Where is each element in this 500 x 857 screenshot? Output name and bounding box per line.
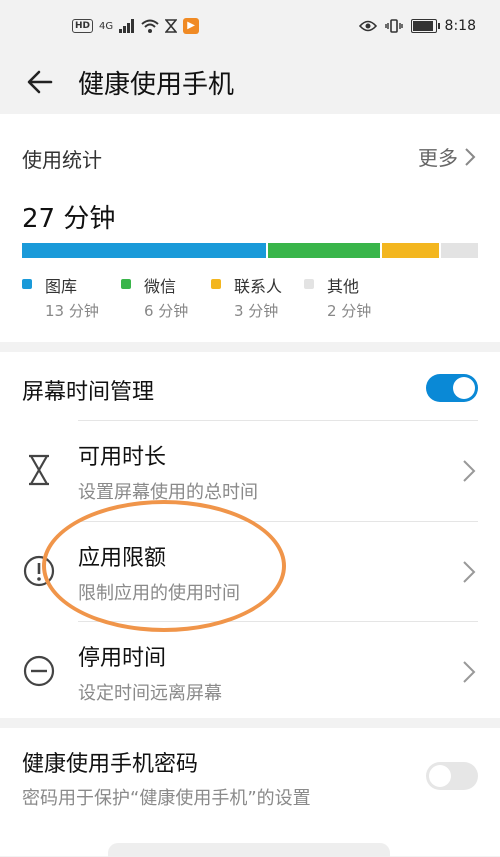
total-usage: 27 分钟 <box>22 204 116 234</box>
status-right: 8:18 <box>358 18 476 34</box>
back-arrow-icon[interactable] <box>24 66 56 98</box>
row-subtitle: 限制应用的使用时间 <box>78 583 240 604</box>
password-card[interactable]: 健康使用手机密码 密码用于保护“健康使用手机”的设置 <box>0 728 500 857</box>
usage-segment-3 <box>440 243 478 258</box>
usage-segment-0 <box>22 243 266 258</box>
status-bar: HD 4G ▶ 8:18 <box>0 0 500 56</box>
legend-value: 13 分钟 <box>45 302 99 320</box>
legend-name: 其他 <box>327 277 360 296</box>
hourglass-icon <box>29 454 49 486</box>
legend-color-dot <box>211 279 221 289</box>
wifi-icon <box>141 19 159 33</box>
status-left: HD 4G ▶ <box>72 18 200 34</box>
usage-card: 使用统计 更多 27 分钟 图库 13 分钟 微信 6 分钟 联系人 3 分钟 其他 2 分钟 <box>0 114 500 342</box>
usage-stats-label: 使用统计 <box>22 148 102 172</box>
clock: 8:18 <box>444 18 476 34</box>
hd-badge: HD <box>72 19 94 33</box>
row-subtitle: 设定时间远离屏幕 <box>78 683 222 704</box>
screen-time-title: 屏幕时间管理 <box>22 380 155 405</box>
password-subtitle: 密码用于保护“健康使用手机”的设置 <box>22 788 311 809</box>
signal-icon <box>119 19 135 33</box>
toggle-knob <box>453 377 475 399</box>
legend-name: 微信 <box>144 277 177 296</box>
vibrate-icon <box>384 19 403 33</box>
screen-time-toggle[interactable] <box>426 374 478 402</box>
eye-icon <box>358 20 377 32</box>
row-subtitle: 设置屏幕使用的总时间 <box>78 482 258 503</box>
usage-segment-2 <box>382 243 439 258</box>
row-downtime[interactable]: 停用时间 设定时间远离屏幕 <box>0 622 500 722</box>
screen-time-card: 屏幕时间管理 可用时长 设置屏幕使用的总时间 应用限额 限制应用的使用时间 停用… <box>0 352 500 718</box>
hourglass-status-icon <box>165 19 178 33</box>
legend-value: 3 分钟 <box>234 302 279 320</box>
password-title: 健康使用手机密码 <box>22 752 199 777</box>
legend-color-dot <box>304 279 314 289</box>
battery-icon <box>410 19 440 33</box>
chevron-right-icon <box>463 661 476 683</box>
legend-name: 图库 <box>45 277 78 296</box>
chevron-right-icon <box>465 147 476 166</box>
row-app-limits[interactable]: 应用限额 限制应用的使用时间 <box>0 522 500 622</box>
network-type: 4G <box>99 20 114 32</box>
legend-value: 2 分钟 <box>327 302 372 320</box>
downtime-icon <box>23 655 55 687</box>
row-title: 可用时长 <box>78 445 167 470</box>
legend-color-dot <box>22 279 32 289</box>
row-title: 应用限额 <box>78 546 167 571</box>
app-notification-icon: ▶ <box>183 18 200 34</box>
password-toggle[interactable] <box>426 762 478 790</box>
chevron-right-icon <box>463 460 476 482</box>
page-title: 健康使用手机 <box>78 70 235 100</box>
legend-value: 6 分钟 <box>144 302 189 320</box>
chevron-right-icon <box>463 561 476 583</box>
more-label: 更多 <box>418 146 458 170</box>
toggle-knob <box>429 765 451 787</box>
legend-name: 联系人 <box>234 277 283 296</box>
row-title: 停用时间 <box>78 646 167 671</box>
app-limit-icon <box>23 555 55 587</box>
bottom-button-partial[interactable] <box>108 843 390 857</box>
legend-color-dot <box>121 279 131 289</box>
usage-segment-1 <box>267 243 381 258</box>
app-header: 健康使用手机 <box>0 56 500 112</box>
row-available-time[interactable]: 可用时长 设置屏幕使用的总时间 <box>0 421 500 521</box>
usage-bar <box>22 243 478 258</box>
more-link[interactable]: 更多 <box>418 142 476 171</box>
